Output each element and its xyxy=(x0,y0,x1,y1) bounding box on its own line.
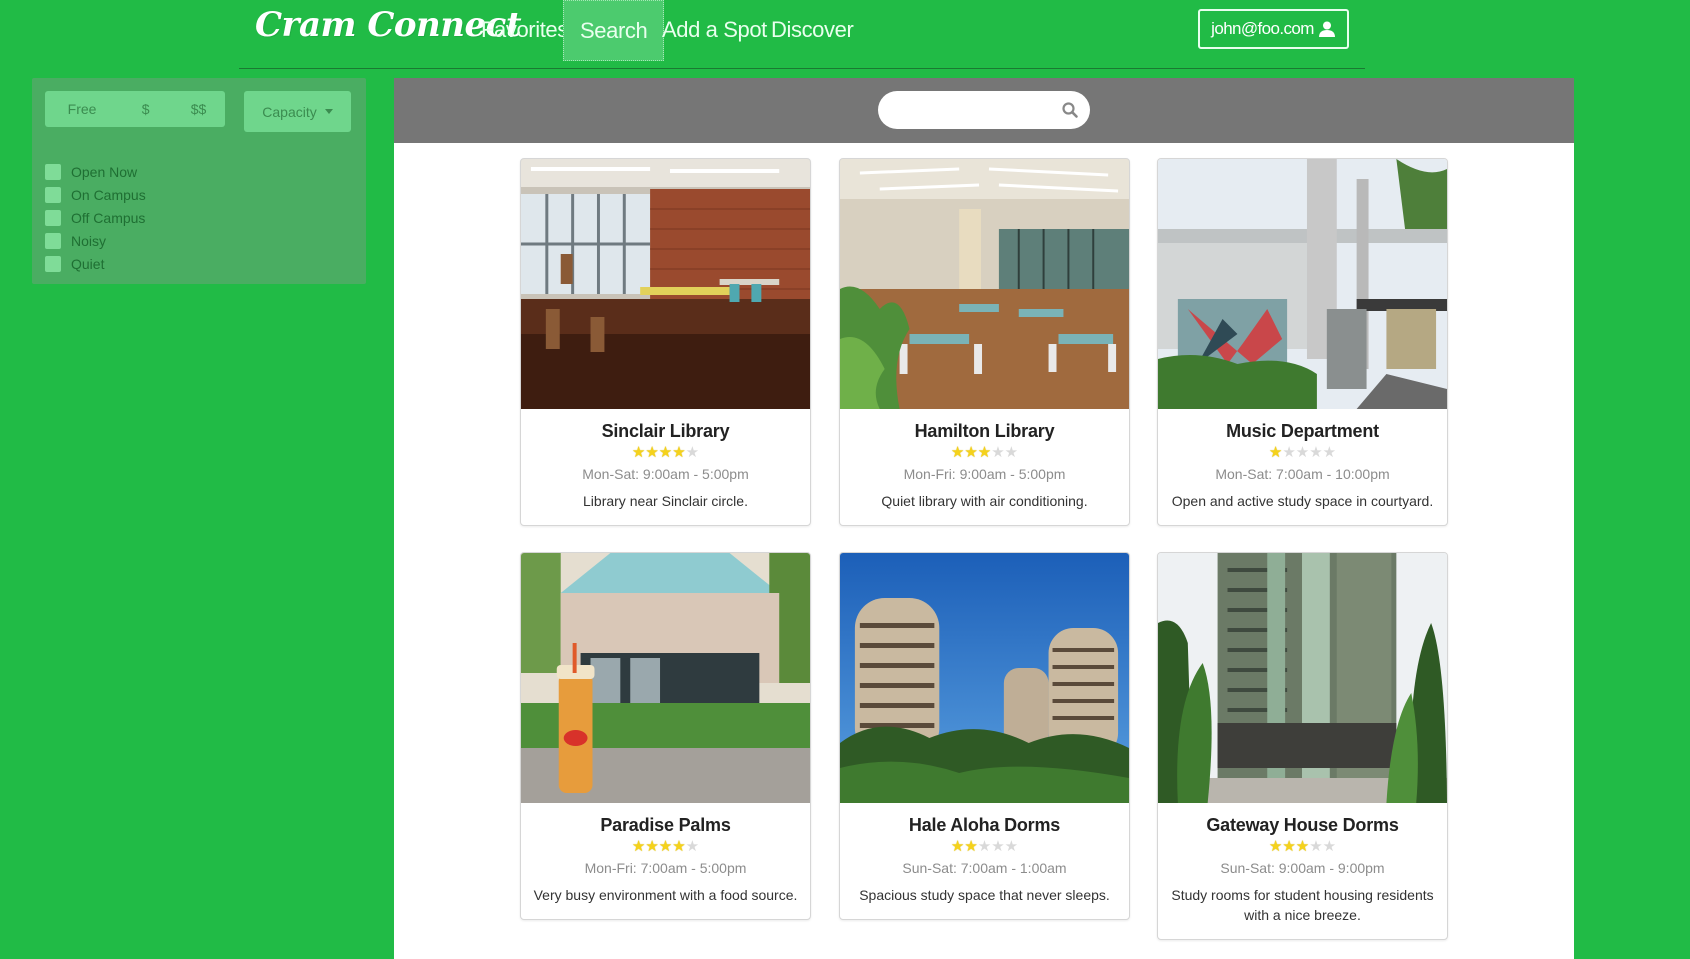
star-filled-icon: ★ xyxy=(977,444,992,461)
star-empty-icon: ★ xyxy=(1322,838,1337,855)
star-rating: ★★★★★ xyxy=(1158,443,1447,463)
star-filled-icon: ★ xyxy=(1268,444,1283,461)
star-empty-icon: ★ xyxy=(1282,444,1296,461)
star-filled-icon: ★ xyxy=(672,838,686,855)
capacity-dropdown[interactable]: Capacity xyxy=(244,91,351,132)
spot-card[interactable]: Hamilton Library ★★★★★ Mon-Fri: 9:00am -… xyxy=(839,158,1130,526)
spot-photo-sinclair-library xyxy=(521,159,810,409)
spot-description: Spacious study space that never sleeps. xyxy=(859,887,1110,903)
star-rating: ★★★★★ xyxy=(840,443,1129,463)
spot-photo-hale-aloha-dorms xyxy=(840,553,1129,803)
star-filled-icon: ★ xyxy=(672,444,686,461)
checkbox[interactable] xyxy=(45,209,61,226)
spot-hours: Sun-Sat: 7:00am - 1:00am xyxy=(902,860,1067,876)
checkbox[interactable] xyxy=(45,232,61,249)
star-rating: ★★★★★ xyxy=(1158,837,1447,857)
spot-card[interactable]: Music Department ★★★★★ Mon-Sat: 7:00am -… xyxy=(1157,158,1448,526)
spot-card[interactable]: Gateway House Dorms ★★★★★ Sun-Sat: 9:00a… xyxy=(1157,552,1448,940)
filter-on-campus[interactable]: On Campus xyxy=(45,183,146,206)
star-empty-icon: ★ xyxy=(685,444,700,461)
star-rating: ★★★★★ xyxy=(521,443,810,463)
star-filled-icon: ★ xyxy=(950,444,965,461)
spot-title[interactable]: Music Department xyxy=(1158,421,1447,442)
star-filled-icon: ★ xyxy=(1268,838,1283,855)
spot-hours: Mon-Sat: 7:00am - 10:00pm xyxy=(1215,466,1390,482)
filter-label: Open Now xyxy=(71,163,138,180)
filter-label: Noisy xyxy=(71,232,107,249)
spot-description: Study rooms for student housing resident… xyxy=(1171,887,1434,923)
star-empty-icon: ★ xyxy=(1309,444,1323,461)
spot-title[interactable]: Paradise Palms xyxy=(521,815,810,836)
star-filled-icon: ★ xyxy=(964,444,978,461)
star-filled-icon: ★ xyxy=(1295,838,1310,855)
checkbox[interactable] xyxy=(45,255,61,272)
top-navbar: Cram Connect Favorites Search Add a Spot… xyxy=(239,0,1365,69)
star-empty-icon: ★ xyxy=(991,444,1005,461)
spot-title[interactable]: Hale Aloha Dorms xyxy=(840,815,1129,836)
filter-label: Quiet xyxy=(71,255,105,272)
main-content: Sinclair Library ★★★★★ Mon-Sat: 9:00am -… xyxy=(394,78,1574,959)
spot-photo-hamilton-library xyxy=(840,159,1129,409)
filter-label: Off Campus xyxy=(71,209,146,226)
star-empty-icon: ★ xyxy=(991,838,1005,855)
search-input[interactable] xyxy=(878,91,1090,129)
star-filled-icon: ★ xyxy=(658,444,673,461)
spot-photo-paradise-palms xyxy=(521,553,810,803)
filter-open-now[interactable]: Open Now xyxy=(45,160,146,183)
spot-photo-gateway-house-dorms xyxy=(1158,553,1447,803)
checkbox[interactable] xyxy=(45,163,61,180)
star-rating: ★★★★★ xyxy=(840,837,1129,857)
spot-title[interactable]: Sinclair Library xyxy=(521,421,810,442)
spot-hours: Mon-Sat: 9:00am - 5:00pm xyxy=(582,466,749,482)
nav-discover[interactable]: Discover xyxy=(755,0,869,61)
star-filled-icon: ★ xyxy=(645,838,659,855)
spot-card[interactable]: Paradise Palms ★★★★★ Mon-Fri: 7:00am - 5… xyxy=(520,552,811,920)
star-empty-icon: ★ xyxy=(977,838,992,855)
filter-label: On Campus xyxy=(71,186,146,203)
user-icon xyxy=(1318,21,1335,37)
star-filled-icon: ★ xyxy=(631,444,646,461)
filter-noisy[interactable]: Noisy xyxy=(45,229,146,252)
price-two-dollar-button[interactable]: $$ xyxy=(172,91,225,127)
spot-photo-music-department xyxy=(1158,159,1447,409)
star-empty-icon: ★ xyxy=(1004,838,1019,855)
spot-card[interactable]: Hale Aloha Dorms ★★★★★ Sun-Sat: 7:00am -… xyxy=(839,552,1130,920)
star-filled-icon: ★ xyxy=(658,838,673,855)
spot-description: Quiet library with air conditioning. xyxy=(881,493,1088,509)
star-filled-icon: ★ xyxy=(631,838,646,855)
filter-off-campus[interactable]: Off Campus xyxy=(45,206,146,229)
star-empty-icon: ★ xyxy=(685,838,700,855)
price-free-button[interactable]: Free xyxy=(45,91,119,127)
caret-down-icon xyxy=(324,109,333,114)
filter-sidebar: Free $ $$ Capacity Open Now On Campus Of… xyxy=(32,78,366,284)
filter-checkbox-list: Open Now On Campus Off Campus Noisy Quie… xyxy=(45,160,146,275)
spot-title[interactable]: Gateway House Dorms xyxy=(1158,815,1447,836)
star-rating: ★★★★★ xyxy=(521,837,810,857)
filter-quiet[interactable]: Quiet xyxy=(45,252,146,275)
spot-card[interactable]: Sinclair Library ★★★★★ Mon-Sat: 9:00am -… xyxy=(520,158,811,526)
star-filled-icon: ★ xyxy=(964,838,978,855)
star-filled-icon: ★ xyxy=(950,838,965,855)
spot-hours: Sun-Sat: 9:00am - 9:00pm xyxy=(1220,860,1385,876)
spot-description: Library near Sinclair circle. xyxy=(583,493,748,509)
user-email: john@foo.com xyxy=(1211,19,1314,38)
star-empty-icon: ★ xyxy=(1322,444,1337,461)
spot-hours: Mon-Fri: 7:00am - 5:00pm xyxy=(584,860,747,876)
price-filter-group: Free $ $$ xyxy=(45,91,225,127)
user-account-button[interactable]: john@foo.com xyxy=(1198,9,1349,49)
search-bar xyxy=(394,78,1574,143)
star-empty-icon: ★ xyxy=(1295,444,1310,461)
search-icon[interactable] xyxy=(1061,101,1079,119)
spot-description: Open and active study space in courtyard… xyxy=(1171,493,1434,509)
star-filled-icon: ★ xyxy=(645,444,659,461)
price-one-dollar-button[interactable]: $ xyxy=(119,91,172,127)
spot-description: Very busy environment with a food source… xyxy=(533,887,798,903)
spot-title[interactable]: Hamilton Library xyxy=(840,421,1129,442)
checkbox[interactable] xyxy=(45,186,61,203)
star-empty-icon: ★ xyxy=(1004,444,1019,461)
star-filled-icon: ★ xyxy=(1282,838,1296,855)
capacity-label: Capacity xyxy=(262,103,317,120)
spot-hours: Mon-Fri: 9:00am - 5:00pm xyxy=(903,466,1066,482)
star-empty-icon: ★ xyxy=(1309,838,1323,855)
